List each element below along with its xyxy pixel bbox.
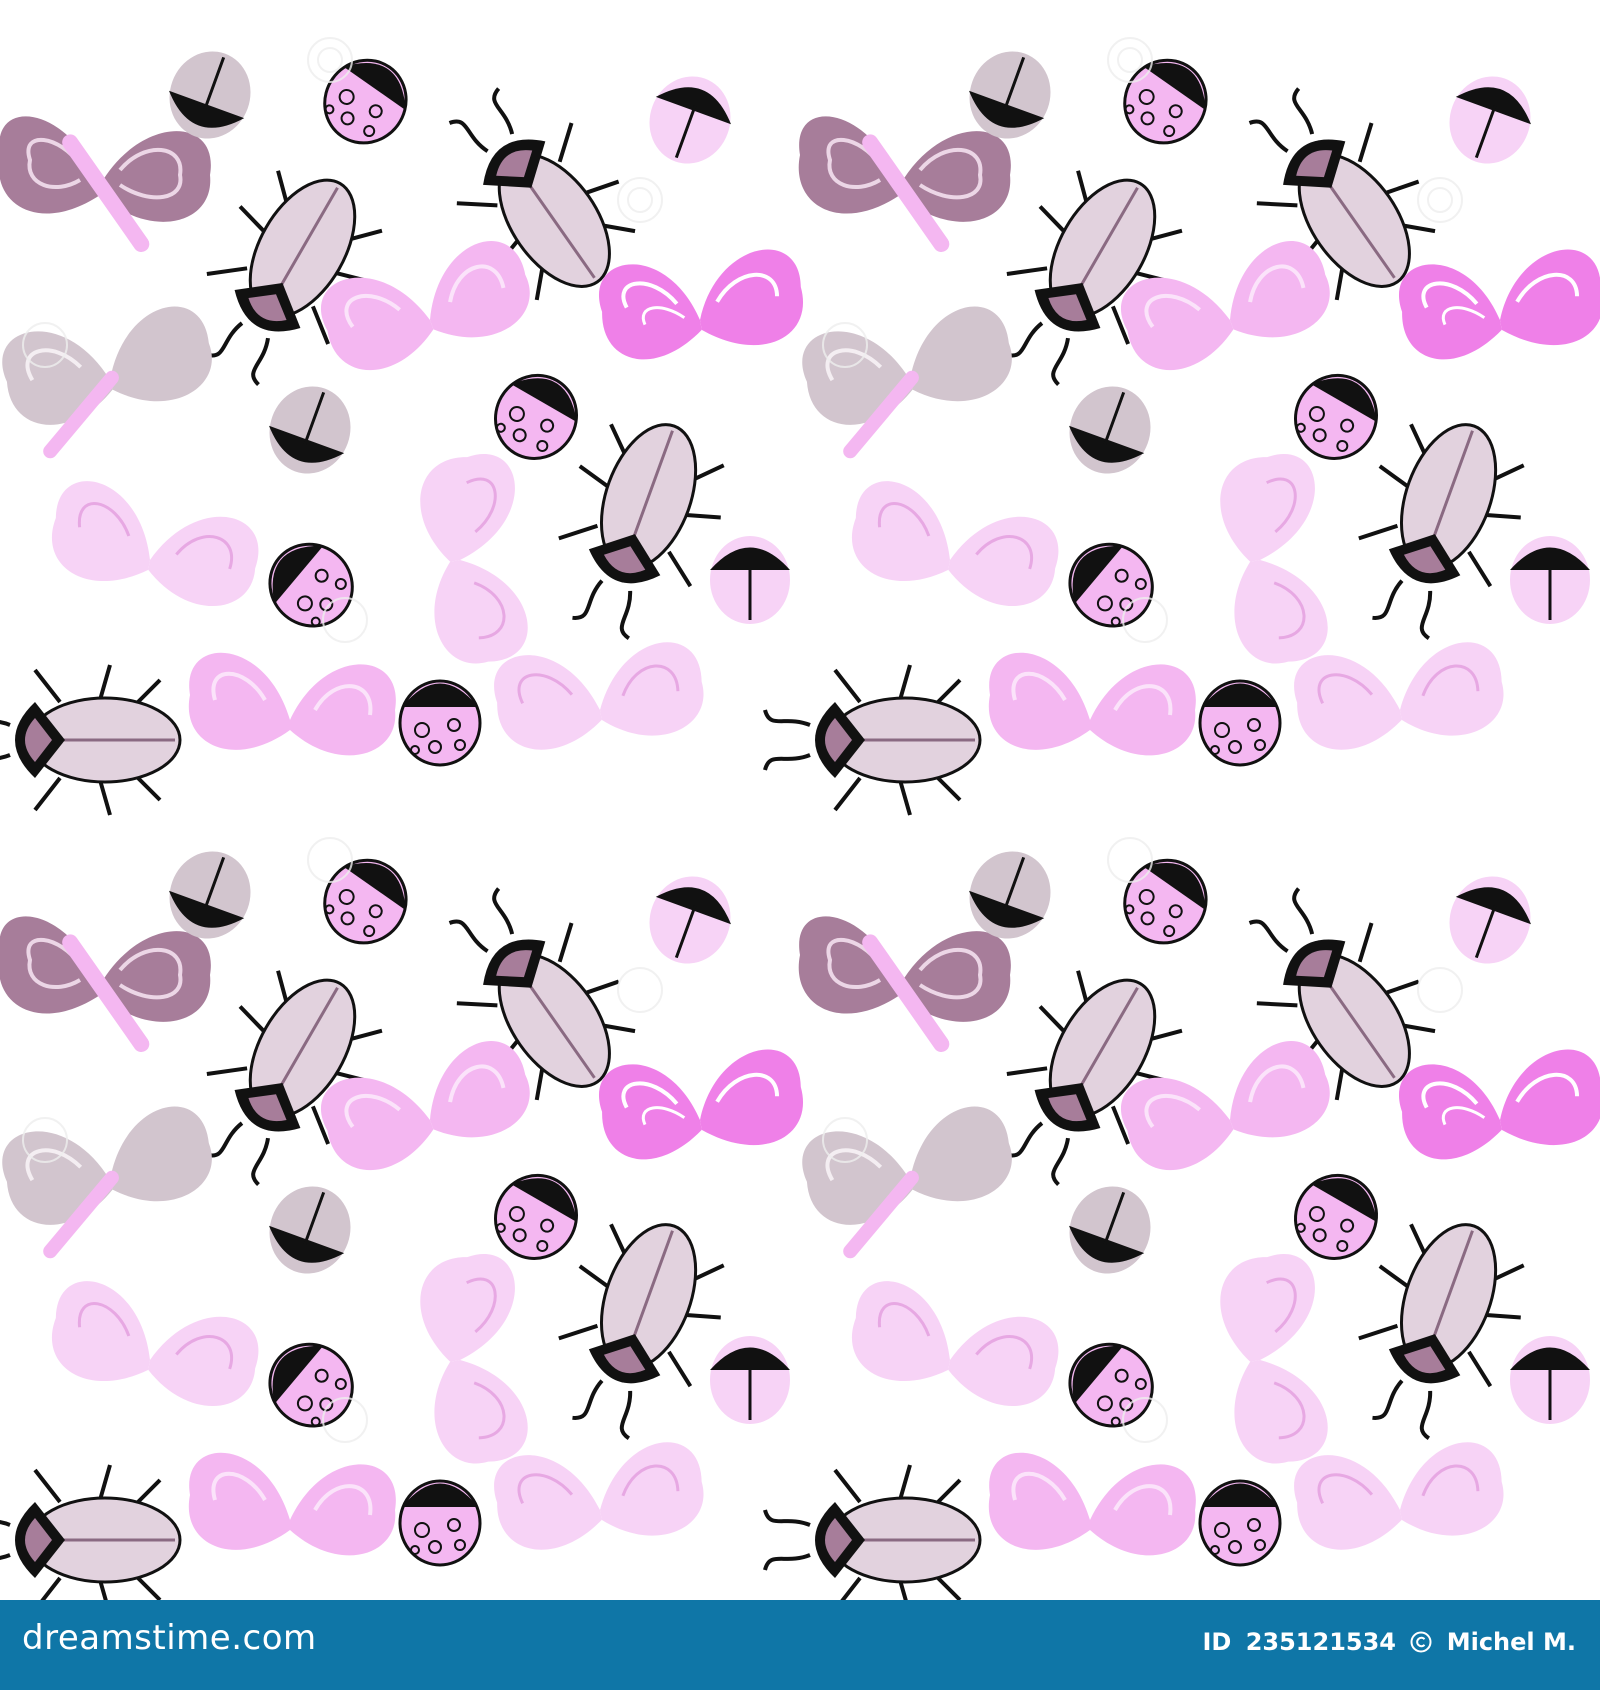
author-name: Michel M. bbox=[1446, 1628, 1576, 1656]
insect-pattern bbox=[0, 37, 1600, 1600]
id-label: ID bbox=[1202, 1628, 1232, 1656]
pattern-image bbox=[0, 0, 1600, 1600]
copyright-icon bbox=[1410, 1631, 1432, 1653]
id-number: 235121534 bbox=[1245, 1628, 1396, 1656]
site-logo[interactable]: dreamstime.com bbox=[22, 1618, 317, 1658]
footer-bar: dreamstime.com ID 235121534 Michel M. bbox=[0, 1600, 1600, 1690]
image-credit: ID 235121534 Michel M. bbox=[1196, 1628, 1576, 1656]
